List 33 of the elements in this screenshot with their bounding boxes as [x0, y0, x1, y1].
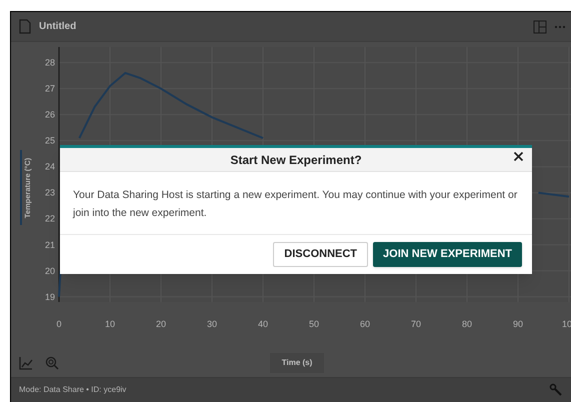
x-tick-label: 80 [462, 319, 472, 329]
x-tick-label: 40 [258, 319, 268, 329]
y-tick-label: 26 [44, 110, 55, 120]
document-icon [19, 19, 31, 34]
zoom-icon[interactable] [45, 356, 59, 370]
status-text: Mode: Data Share • ID: yce9iv [19, 384, 126, 396]
x-axis-label[interactable]: Time (s) [270, 353, 324, 373]
disconnect-button[interactable]: DISCONNECT [273, 242, 368, 267]
y-tick-label: 24 [44, 162, 55, 172]
y-tick-label: 25 [44, 136, 55, 146]
x-tick-label: 60 [360, 319, 370, 329]
y-tick-label: 20 [44, 266, 55, 276]
x-tick-label: 30 [207, 319, 217, 329]
x-tick-label: 10 [105, 319, 115, 329]
x-tick-label: 90 [513, 319, 523, 329]
x-tick-label: 0 [56, 319, 62, 329]
layout-icon[interactable] [533, 20, 547, 34]
graph-icon[interactable] [19, 356, 33, 370]
y-tick-label: 27 [44, 84, 55, 94]
dialog-title: Start New Experiment? [230, 152, 362, 168]
y-tick-label: 22 [44, 214, 55, 224]
x-tick-label: 50 [309, 319, 319, 329]
close-button[interactable] [513, 151, 524, 162]
y-tick-label: 28 [44, 58, 55, 68]
x-tick-label: 70 [411, 319, 421, 329]
y-tick-label: 19 [44, 292, 55, 302]
dialog-message: Your Data Sharing Host is starting a new experiment. You may continue with your experiment or join into the new experiment. [60, 172, 532, 235]
x-tick-label: 20 [156, 319, 166, 329]
y-tick-label: 23 [44, 188, 55, 198]
y-tick-label: 21 [44, 240, 55, 250]
join-button[interactable]: JOIN NEW EXPERIMENT [373, 242, 522, 267]
wrench-icon[interactable] [549, 383, 563, 397]
window-title: Untitled [39, 20, 76, 34]
